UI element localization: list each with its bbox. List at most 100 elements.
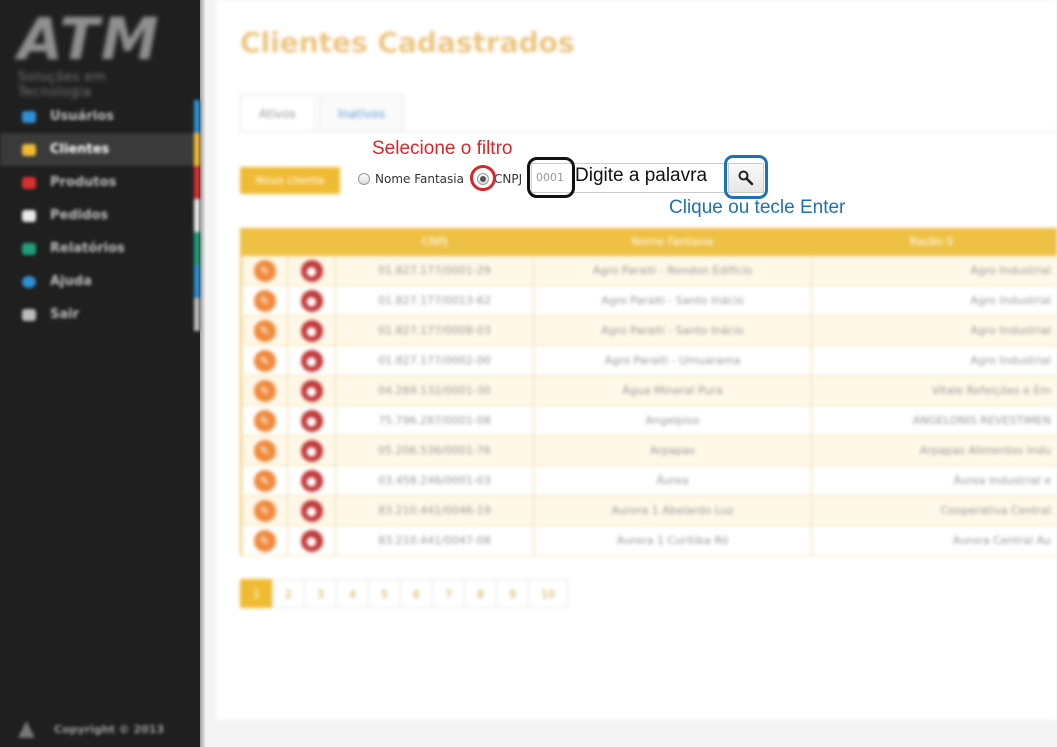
table-header: CNPJ Nome Fantasia Razão S <box>240 228 1057 256</box>
cnpj-cell: 01.827.177/0013-62 <box>336 286 534 315</box>
new-client-button[interactable]: Novo cliente <box>240 167 340 194</box>
page-4-button[interactable]: 4 <box>336 579 369 608</box>
sidebar-item-label: Usuários <box>50 109 114 124</box>
sidebar-item-clientes[interactable]: Clientes <box>0 133 200 166</box>
delete-icon[interactable]: ● <box>300 319 323 342</box>
edit-cell: ✎ <box>240 406 288 435</box>
table-row: ✎ ● 04.269.132/0001-30 Água Mineral Pura Vit… <box>240 376 1057 406</box>
delete-icon[interactable]: ● <box>300 529 323 552</box>
header-edit <box>240 228 288 256</box>
razao-social-cell: Arpapas Alimentos Indu <box>919 444 1051 457</box>
edit-icon[interactable]: ✎ <box>253 499 276 522</box>
delete-icon[interactable]: ● <box>300 409 323 432</box>
filter-nome-fantasia[interactable]: Nome Fantasia <box>358 172 464 186</box>
tab-ativos[interactable]: Ativos <box>240 94 315 132</box>
delete-icon[interactable]: ● <box>300 469 323 492</box>
radio-nome-fantasia[interactable] <box>358 173 370 185</box>
nome-fantasia-cell: Água Mineral Pura <box>534 376 812 405</box>
nome-fantasia-cell: Angelpiso <box>534 406 812 435</box>
delete-icon[interactable]: ● <box>300 379 323 402</box>
cnpj-cell: 83.210.441/0047-08 <box>336 526 534 555</box>
page-2-button[interactable]: 2 <box>272 579 305 608</box>
edit-cell: ✎ <box>240 286 288 315</box>
product-icon <box>22 176 36 189</box>
page-1-button[interactable]: 1 <box>240 579 273 608</box>
sidebar-item-usuarios[interactable]: Usuários <box>0 100 200 133</box>
users-icon <box>22 110 36 123</box>
razao-social-cell: Agro Industrial <box>970 354 1051 367</box>
sidebar: ATM Soluções em Tecnologia Usuários Clie… <box>0 0 206 747</box>
edit-icon[interactable]: ✎ <box>253 409 276 432</box>
sidebar-item-label: Ajuda <box>50 274 92 289</box>
sidebar-item-sair[interactable]: Sair <box>0 298 200 331</box>
sidebar-item-relatorios[interactable]: Relatórios <box>0 232 200 265</box>
main-content: Clientes Cadastrados Ativos Inativos Nov… <box>206 0 1057 747</box>
delete-cell: ● <box>288 436 336 465</box>
cnpj-cell: 75.796.287/0001-08 <box>336 406 534 435</box>
delete-cell: ● <box>288 526 336 555</box>
edit-icon[interactable]: ✎ <box>253 349 276 372</box>
page-5-button[interactable]: 5 <box>368 579 401 608</box>
razao-social-cell: Agro Industrial <box>970 324 1051 337</box>
table-row: ✎ ● 01.827.177/0008-03 Agro Paraiti - Santo… <box>240 316 1057 346</box>
atm-small-logo-icon: ▲ <box>18 716 35 741</box>
color-bar <box>194 232 200 265</box>
sidebar-item-ajuda[interactable]: Ajuda <box>0 265 200 298</box>
client-icon <box>22 143 36 156</box>
razao-social-cell: Áurea Industrial e <box>953 474 1051 487</box>
edit-icon[interactable]: ✎ <box>253 289 276 312</box>
cnpj-cell: 01.827.177/0001-29 <box>336 256 534 285</box>
page-8-button[interactable]: 8 <box>464 579 497 608</box>
cnpj-cell: 01.827.177/0002-00 <box>336 346 534 375</box>
cnpj-cell: 83.210.441/0046-19 <box>336 496 534 525</box>
sidebar-item-label: Sair <box>50 307 80 322</box>
cnpj-cell: 05.206.536/0001-76 <box>336 436 534 465</box>
filter-annotation: Selecione o filtro <box>372 138 513 159</box>
filter-nome-fantasia-label: Nome Fantasia <box>375 172 464 186</box>
edit-icon[interactable]: ✎ <box>253 319 276 342</box>
delete-cell: ● <box>288 256 336 285</box>
table-row: ✎ ● 01.827.177/0013-62 Agro Paraiti - Santo… <box>240 286 1057 316</box>
filter-cnpj-label: CNPJ <box>494 172 523 186</box>
radio-highlight-ring <box>470 165 496 191</box>
edit-cell: ✎ <box>240 526 288 555</box>
sidebar-item-pedidos[interactable]: Pedidos <box>0 199 200 232</box>
razao-social-cell: ANGELONIS REVESTIMEN <box>912 414 1051 427</box>
header-delete <box>288 228 336 256</box>
delete-cell: ● <box>288 496 336 525</box>
delete-icon[interactable]: ● <box>300 499 323 522</box>
page-7-button[interactable]: 7 <box>432 579 465 608</box>
edit-icon[interactable]: ✎ <box>253 259 276 282</box>
edit-icon[interactable]: ✎ <box>253 379 276 402</box>
pagination: 1 2 3 4 5 6 7 8 9 10 <box>240 579 568 608</box>
edit-icon[interactable]: ✎ <box>253 469 276 492</box>
delete-icon[interactable]: ● <box>300 289 323 312</box>
edit-cell: ✎ <box>240 496 288 525</box>
delete-icon[interactable]: ● <box>300 439 323 462</box>
tab-divider <box>240 131 1057 132</box>
color-bar <box>194 100 200 133</box>
delete-icon[interactable]: ● <box>300 259 323 282</box>
search-button-highlight-ring <box>724 155 768 199</box>
sidebar-item-label: Produtos <box>50 175 117 190</box>
copyright: ▲ Copyright © 2013 <box>18 716 164 742</box>
sidebar-item-produtos[interactable]: Produtos <box>0 166 200 199</box>
edit-icon[interactable]: ✎ <box>253 439 276 462</box>
delete-cell: ● <box>288 406 336 435</box>
razao-social-cell: Agro Industrial <box>970 294 1051 307</box>
page-9-button[interactable]: 9 <box>496 579 529 608</box>
input-highlight-ring <box>527 157 575 198</box>
header-cnpj: CNPJ <box>421 235 448 248</box>
page-3-button[interactable]: 3 <box>304 579 337 608</box>
edit-icon[interactable]: ✎ <box>253 529 276 552</box>
page-6-button[interactable]: 6 <box>400 579 433 608</box>
razao-social-cell: Vitale Refeições e Em <box>931 384 1051 397</box>
color-bar <box>194 199 200 232</box>
tab-inativos[interactable]: Inativos <box>318 94 404 132</box>
delete-icon[interactable]: ● <box>300 349 323 372</box>
page-10-button[interactable]: 10 <box>528 579 568 608</box>
color-bar <box>194 166 200 199</box>
delete-cell: ● <box>288 346 336 375</box>
enter-annotation: Clique ou tecle Enter <box>669 197 846 218</box>
table-row: ✎ ● 03.458.246/0001-03 Áurea Áurea Industria… <box>240 466 1057 496</box>
